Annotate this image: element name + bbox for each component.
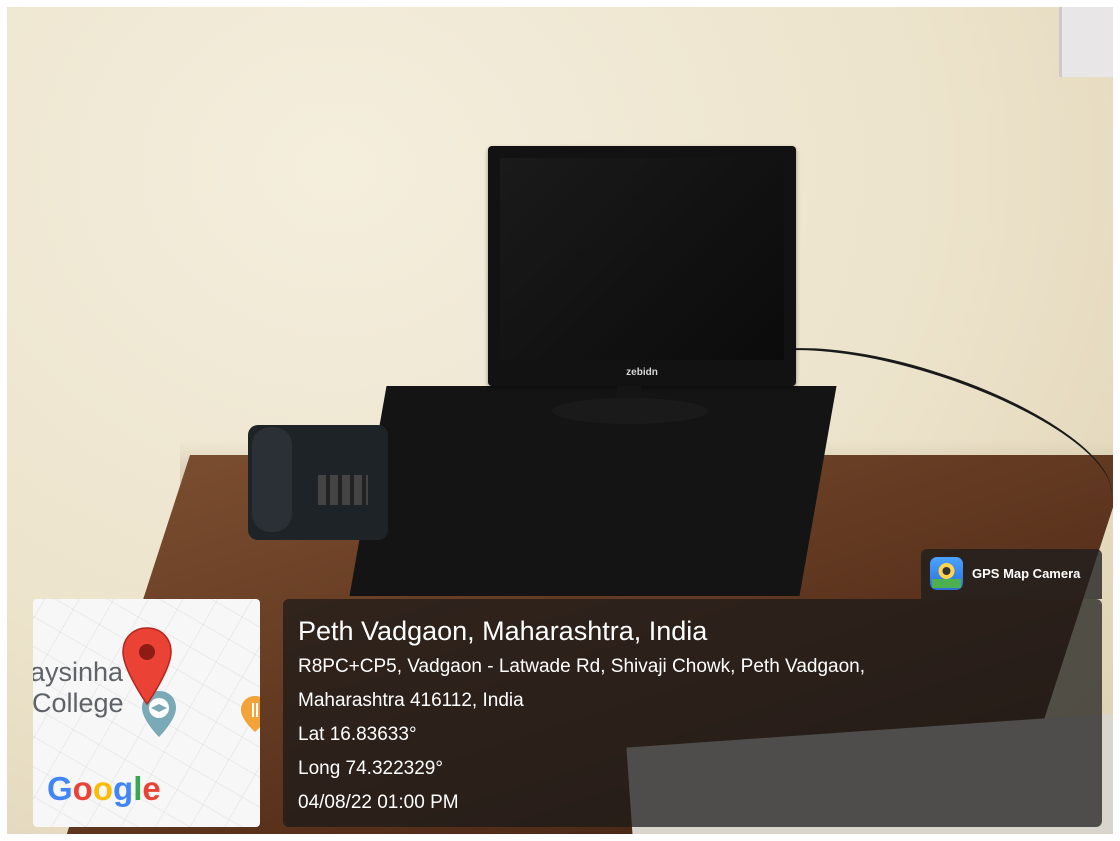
map-thumbnail: aysinha College Google (33, 599, 260, 827)
location-title: Peth Vadgaon, Maharashtra, India (298, 616, 708, 646)
google-logo-letter: e (142, 770, 161, 807)
monitor-brand-label: zebidn (626, 367, 658, 378)
monitor-base (552, 398, 708, 424)
google-logo-letter: l (133, 770, 143, 807)
datetime-text: 04/08/22 01:00 PM (298, 792, 459, 813)
google-logo-letter: g (113, 770, 134, 807)
wall-paper-sheet (1059, 5, 1120, 77)
computer-monitor: zebidn (488, 146, 796, 386)
google-logo-letter: o (72, 770, 93, 807)
monitor-screen (500, 158, 784, 360)
telephone-keypad (318, 475, 368, 505)
location-info-panel: Peth Vadgaon, Maharashtra, India R8PC+CP… (283, 599, 1102, 827)
app-name-label: GPS Map Camera (972, 566, 1081, 581)
address-line-1: R8PC+CP5, Vadgaon - Latwade Rd, Shivaji … (298, 656, 865, 677)
google-logo-letter: G (47, 770, 73, 807)
camera-lens-icon (932, 563, 961, 588)
google-logo: Google (47, 770, 161, 808)
desk-telephone (248, 425, 388, 540)
latitude-text: Lat 16.83633° (298, 724, 417, 745)
gps-map-camera-badge: GPS Map Camera (921, 549, 1102, 599)
restaurant-place-icon (241, 696, 260, 732)
longitude-text: Long 74.322329° (298, 758, 443, 779)
telephone-handset (252, 427, 292, 532)
google-logo-letter: o (92, 770, 114, 807)
location-pin-icon (122, 627, 172, 706)
gps-map-camera-app-icon (930, 557, 963, 590)
map-place-label-line1: aysinha (33, 657, 124, 687)
address-line-2: Maharashtra 416112, India (298, 690, 524, 711)
map-place-label-line2: College (33, 688, 124, 718)
